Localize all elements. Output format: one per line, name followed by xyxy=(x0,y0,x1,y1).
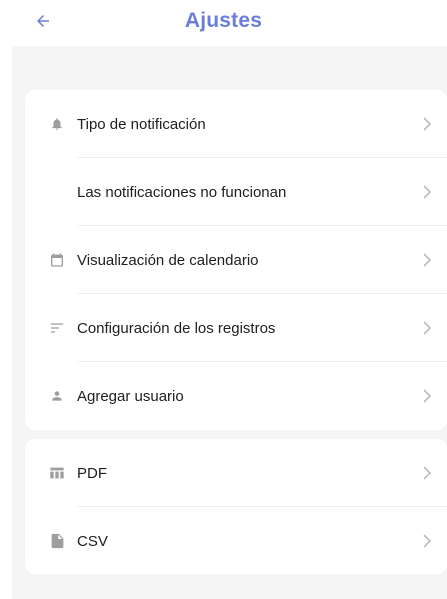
chevron-right-icon xyxy=(423,117,432,131)
app-header: Ajustes xyxy=(0,0,447,46)
settings-item-notification-type[interactable]: Tipo de notificación xyxy=(25,90,447,158)
settings-item-records-config[interactable]: Configuración de los registros xyxy=(25,294,447,362)
settings-item-calendar-view[interactable]: Visualización de calendario xyxy=(25,226,447,294)
settings-item-label: Visualización de calendario xyxy=(77,251,259,269)
settings-item-label: Las notificaciones no funcionan xyxy=(77,183,287,201)
settings-content: Tipo de notificación Las notificaciones … xyxy=(12,46,447,599)
settings-item-csv[interactable]: CSV xyxy=(25,507,447,575)
settings-card-export: PDF CSV xyxy=(25,439,447,574)
chevron-right-icon xyxy=(423,534,432,548)
person-icon xyxy=(48,387,66,405)
settings-item-label: Tipo de notificación xyxy=(77,115,206,133)
chevron-right-icon xyxy=(423,389,432,403)
chevron-right-icon xyxy=(423,321,432,335)
settings-item-label: Configuración de los registros xyxy=(77,319,276,337)
settings-item-notifications-not-working[interactable]: Las notificaciones no funcionan xyxy=(25,158,447,226)
chevron-right-icon xyxy=(423,253,432,267)
sort-lines-icon xyxy=(48,319,66,337)
settings-item-label: PDF xyxy=(77,464,107,482)
settings-item-label: CSV xyxy=(77,532,108,550)
calendar-icon xyxy=(48,251,66,269)
bell-icon xyxy=(48,115,66,133)
settings-card-general: Tipo de notificación Las notificaciones … xyxy=(25,90,447,430)
settings-item-label: Agregar usuario xyxy=(77,387,184,405)
settings-item-pdf[interactable]: PDF xyxy=(25,439,447,507)
table-icon xyxy=(48,464,66,482)
file-icon xyxy=(48,532,66,550)
chevron-right-icon xyxy=(423,466,432,480)
settings-item-add-user[interactable]: Agregar usuario xyxy=(25,362,447,430)
chevron-right-icon xyxy=(423,185,432,199)
page-title: Ajustes xyxy=(184,9,263,32)
